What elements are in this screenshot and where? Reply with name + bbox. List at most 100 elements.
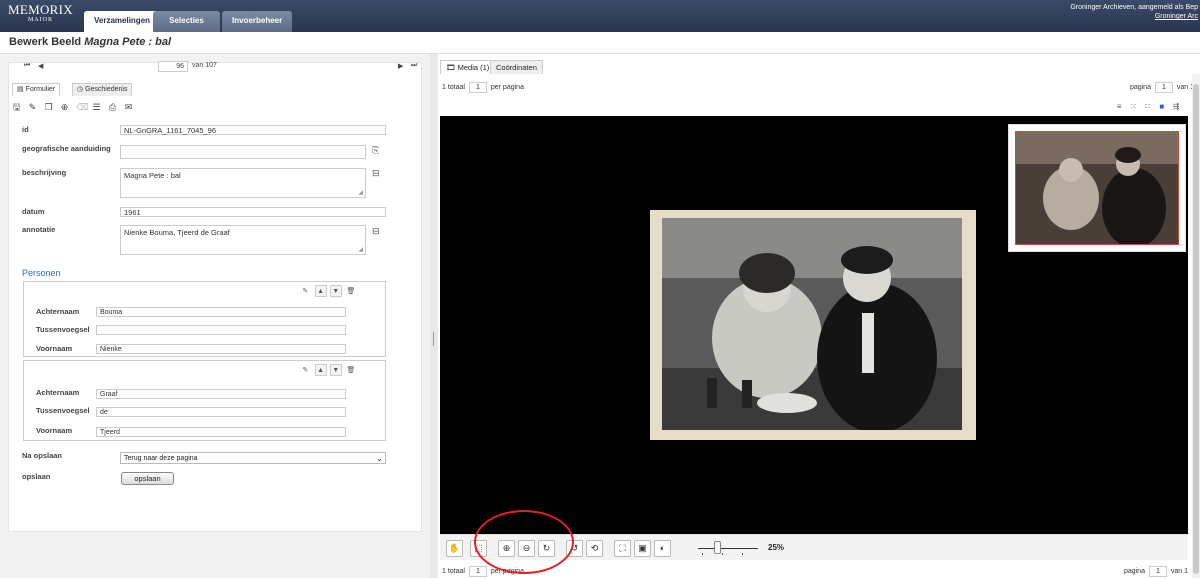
detail-view-icon[interactable]: ⇶	[1170, 102, 1182, 111]
login-info: Groninger Archieven, aangemeld als Bep G…	[1070, 3, 1198, 21]
page-input[interactable]: 1	[1148, 566, 1167, 577]
delete-icon[interactable]: ⌫	[76, 102, 89, 112]
fullscreen-icon[interactable]: ▣	[634, 540, 651, 557]
description-expand-icon[interactable]: ⊟	[372, 168, 380, 179]
print-icon[interactable]: ⎙	[108, 102, 117, 112]
scrollbar-thumb[interactable]	[1193, 84, 1199, 574]
per-page-input[interactable]: 1	[468, 566, 487, 577]
firstname-field[interactable]: Tjeerd	[96, 427, 346, 437]
lastname-field[interactable]: Graaf	[96, 389, 346, 399]
logo-text: MEMORIX	[8, 2, 73, 17]
date-field[interactable]: 1961	[120, 207, 386, 217]
person-edit-icon[interactable]: ✎	[299, 286, 311, 298]
splitter-grip[interactable]	[433, 332, 434, 346]
after-save-value: Terug naar deze pagina	[124, 455, 198, 462]
prev-record-icon[interactable]: ◀	[38, 62, 43, 70]
page-input[interactable]: 1	[1154, 82, 1173, 93]
small-grid-icon[interactable]: ⁙	[1127, 102, 1139, 111]
page-title-item: Magna Pete : bal	[84, 36, 172, 48]
save-icon[interactable]: 🖫	[12, 102, 21, 112]
single-view-icon[interactable]: ■	[1156, 102, 1168, 111]
zoom-slider-track[interactable]	[698, 548, 758, 549]
firstname-label: Voornaam	[36, 344, 73, 353]
tab-selecties[interactable]: Selecties	[153, 11, 220, 32]
form-icon: ▤	[17, 86, 26, 93]
contrast-icon[interactable]: ◐	[654, 540, 671, 557]
tab-media[interactable]: 🎞 Media (1)	[440, 60, 496, 74]
next-record-icon[interactable]: ▶	[398, 62, 403, 70]
actual-size-icon[interactable]: ⟲	[586, 540, 603, 557]
new-record-icon[interactable]: ⊕	[60, 102, 69, 112]
per-page-label: per pagina	[490, 84, 524, 91]
list-view-icon[interactable]: ≡	[1113, 102, 1125, 111]
resize-grip-icon[interactable]: ◢	[358, 189, 363, 196]
persons-section-title: Personen	[22, 268, 61, 278]
page-label: pagina	[1123, 568, 1145, 575]
annotation-text: Nienke Bouma, Tjeerd de Graaf	[124, 228, 230, 237]
move-up-button[interactable]: ▲	[314, 364, 327, 376]
tab-coordinaten[interactable]: Coördinaten	[490, 60, 543, 74]
memorix-logo[interactable]: MEMORIX MAIOR	[8, 3, 73, 25]
trash-icon[interactable]: 🗑	[345, 286, 357, 298]
after-save-select[interactable]: Terug naar deze pagina ⌄	[120, 452, 386, 464]
tab-formulier[interactable]: ▤ Formulier	[12, 83, 61, 96]
person-edit-icon[interactable]: ✎	[299, 365, 311, 377]
move-down-button[interactable]: ▼	[329, 285, 342, 297]
per-page-input[interactable]: 1	[468, 82, 487, 93]
move-down-button[interactable]: ▼	[329, 364, 342, 376]
navigator-viewport[interactable]	[1015, 131, 1179, 245]
tab-media-label: Media (1)	[457, 63, 490, 72]
infix-field[interactable]: de	[96, 407, 346, 417]
lastname-field[interactable]: Bouma	[96, 307, 346, 317]
panel-splitter[interactable]	[430, 54, 438, 578]
resize-grip-icon[interactable]: ◢	[358, 246, 363, 253]
top-pager-left: 1 totaal 1 per pagina	[442, 82, 524, 94]
record-number-input[interactable]: 96	[158, 61, 188, 72]
infix-field[interactable]	[96, 325, 346, 335]
tab-invoerbeheer[interactable]: Invoerbeheer	[222, 11, 292, 32]
id-field[interactable]: NL-GnGRA_1161_7045_96	[120, 125, 386, 135]
fit-screen-icon[interactable]: ⛶	[614, 540, 631, 557]
move-up-button[interactable]: ▲	[314, 285, 327, 297]
bottom-pager-right: pagina 1 van 1	[1124, 566, 1188, 578]
trash-icon[interactable]: 🗑	[345, 365, 357, 377]
geo-picker-icon[interactable]: ⎘	[372, 145, 379, 156]
copy-icon[interactable]: ❐	[44, 102, 53, 112]
annotation-field[interactable]: Nienke Bouma, Tjeerd de Graaf ◢	[120, 225, 366, 255]
main-photo[interactable]	[662, 218, 962, 430]
infix-label: Tussenvoegsel	[36, 406, 90, 415]
zoom-level: 25%	[768, 543, 785, 552]
description-field[interactable]: Magna Pete : bal ◢	[120, 168, 366, 198]
page-title-prefix: Bewerk Beeld	[9, 36, 82, 48]
firstname-field[interactable]: Nienke	[96, 344, 346, 354]
image-viewer[interactable]	[440, 116, 1188, 534]
thumbnail-photo	[1016, 132, 1178, 244]
tab-geschiedenis[interactable]: ◷ Geschiedenis	[72, 83, 133, 96]
navigator-thumbnail[interactable]	[1008, 124, 1186, 252]
vertical-scrollbar[interactable]	[1192, 74, 1200, 578]
tab-verzamelingen[interactable]: Verzamelingen	[84, 11, 161, 32]
mail-icon[interactable]: ✉	[124, 102, 133, 112]
first-record-icon[interactable]: ⏮	[24, 62, 30, 70]
after-save-label: Na opslaan	[22, 451, 63, 460]
slider-tick	[722, 553, 723, 555]
grid-view-icon[interactable]: ∷	[1142, 102, 1154, 111]
total-count: 1 totaal	[442, 568, 465, 575]
annotation-label: annotatie	[22, 225, 56, 234]
infix-label: Tussenvoegsel	[36, 325, 90, 334]
edit-icon[interactable]: ✎	[28, 102, 37, 112]
last-record-icon[interactable]: ⏭	[411, 62, 417, 70]
lastname-label: Achternaam	[36, 388, 80, 397]
organisation-link[interactable]: Groninger Arc	[1155, 13, 1198, 20]
annotation-expand-icon[interactable]: ⊟	[372, 226, 380, 237]
record-navigation: ⏮ ◀ 96 van 107 ▶ ⏭	[8, 61, 422, 74]
pan-hand-icon[interactable]: ✋	[446, 540, 463, 557]
description-text: Magna Pete : bal	[124, 171, 181, 180]
geo-field[interactable]	[120, 145, 366, 159]
save-label: opslaan	[22, 472, 51, 481]
view-mode-icons: ≡ ⁙ ∷ ■ ⇶	[1113, 102, 1182, 112]
list-icon[interactable]: ☰	[92, 102, 101, 112]
tab-geschiedenis-label: Geschiedenis	[85, 86, 128, 93]
zoom-slider-handle[interactable]	[714, 541, 721, 554]
save-button[interactable]: opslaan	[121, 472, 174, 485]
